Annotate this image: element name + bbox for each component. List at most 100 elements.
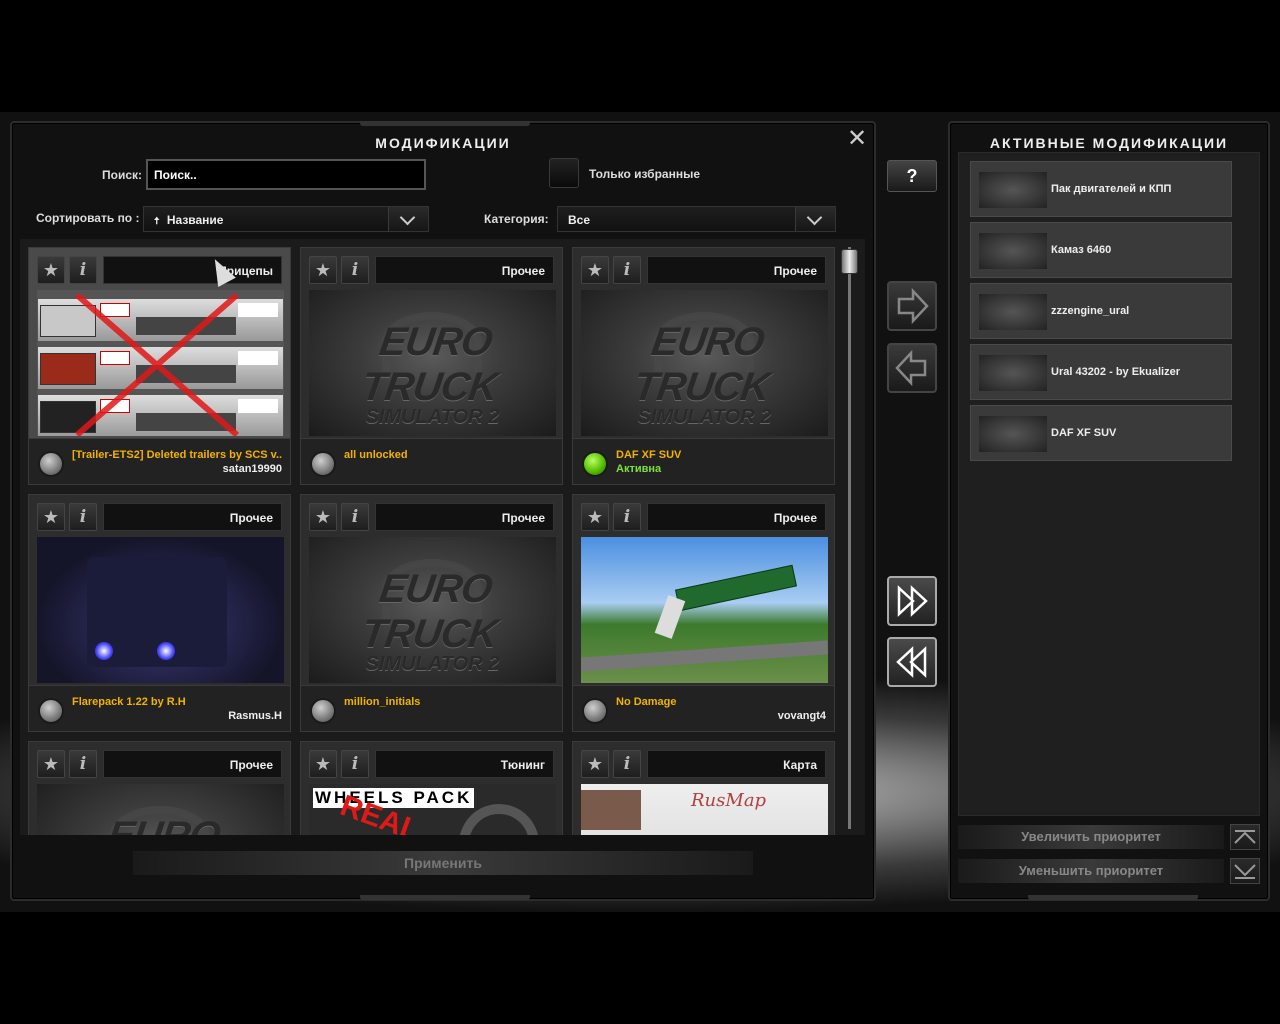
favorite-star-icon[interactable]: ★ <box>309 750 337 778</box>
mod-author: satan19990 <box>222 463 282 475</box>
mod-thumbnail <box>979 416 1047 452</box>
mod-card-footer: DAF XF SUV Активна <box>573 438 834 484</box>
ets2-logo: EURO TRUCK SIMULATOR 2 <box>630 320 772 428</box>
mod-active-status: Активна <box>616 463 662 475</box>
scrollbar-thumb[interactable] <box>841 249 858 274</box>
favorites-only-label: Только избранные <box>589 167 700 181</box>
decrease-priority-button[interactable]: Уменьшить приоритет <box>958 859 1224 883</box>
active-mod-item[interactable]: Ural 43202 - by Ekualizer <box>970 344 1232 400</box>
active-mod-item[interactable]: zzzengine_ural <box>970 283 1232 339</box>
mod-author: vovangt4 <box>777 710 826 722</box>
active-mod-name: DAF XF SUV <box>1051 427 1117 439</box>
ets2-logo: EURO TRUCK SIMULATOR 2 <box>37 814 284 835</box>
mod-thumbnail <box>37 290 284 436</box>
move-right-button[interactable] <box>887 281 937 331</box>
mod-thumbnail <box>581 537 828 683</box>
mod-thumbnail: EURO TRUCK SIMULATOR 2 <box>309 537 556 683</box>
mod-card[interactable]: ★ i Прочее EURO TRUCK SIMULATOR 2 <box>28 741 291 835</box>
info-icon[interactable]: i <box>341 503 369 531</box>
mod-category: Прицепы <box>103 256 282 284</box>
mod-thumbnail <box>979 355 1047 391</box>
mod-card-header: ★ i Карта <box>581 750 828 778</box>
mod-name: DAF XF SUV <box>616 449 682 461</box>
active-mod-item[interactable]: Камаз 6460 <box>970 222 1232 278</box>
active-mod-name: zzzengine_ural <box>1051 305 1130 317</box>
favorite-star-icon[interactable]: ★ <box>309 256 337 284</box>
priority-down-icon[interactable] <box>1230 858 1260 884</box>
mod-card[interactable]: ★ i Прочее EURO TRUCK SIMULATOR 2 all un… <box>300 247 563 485</box>
mod-card[interactable]: ★ i Тюнинг WHEELS PACK REAL <box>300 741 563 835</box>
info-icon[interactable]: i <box>69 503 97 531</box>
active-mod-item[interactable]: Пак двигателей и КПП <box>970 161 1232 217</box>
mod-name: million_initials <box>344 696 421 708</box>
red-cross-icon <box>75 292 239 436</box>
info-icon[interactable]: i <box>341 256 369 284</box>
help-button[interactable]: ? <box>887 160 937 192</box>
category-label: Категория: <box>484 212 549 226</box>
apply-button[interactable]: Применить <box>133 851 753 875</box>
mod-name: No Damage <box>616 696 677 708</box>
increase-priority-button[interactable]: Увеличить приоритет <box>958 825 1224 849</box>
mod-thumbnail: WHEELS PACK REAL <box>309 784 556 835</box>
chevron-down-icon[interactable] <box>388 207 428 231</box>
mod-card[interactable]: ★ i Прицепы [Trailer-ETS2] Deleted trail… <box>28 247 291 485</box>
mod-card[interactable]: ★ i Прочее EURO TRUCK SIMULATOR 2 DAF XF… <box>572 247 835 485</box>
mod-status-indicator[interactable] <box>582 698 608 724</box>
mod-name: [Trailer-ETS2] Deleted trailers by SCS v… <box>72 449 283 461</box>
arrow-left-icon <box>895 349 927 387</box>
info-icon[interactable]: i <box>69 256 97 284</box>
mod-status-indicator[interactable] <box>310 698 336 724</box>
info-icon[interactable]: i <box>613 256 641 284</box>
mod-card-footer: Flarepack 1.22 by R.H Rasmus.H <box>29 685 290 731</box>
ets2-logo: EURO TRUCK SIMULATOR 2 <box>358 320 500 428</box>
close-button[interactable]: ✕ <box>846 127 868 151</box>
favorite-star-icon[interactable]: ★ <box>581 750 609 778</box>
category-value: Все <box>568 213 591 227</box>
category-dropdown[interactable]: Все <box>557 206 836 232</box>
mod-card-footer: [Trailer-ETS2] Deleted trailers by SCS v… <box>29 438 290 484</box>
active-mod-name: Камаз 6460 <box>1051 244 1112 256</box>
mod-category: Прочее <box>375 503 554 531</box>
mod-category: Прочее <box>103 503 282 531</box>
scrollbar-track[interactable] <box>848 247 851 829</box>
favorite-star-icon[interactable]: ★ <box>581 256 609 284</box>
mod-card[interactable]: ★ i Карта RusMap <box>572 741 835 835</box>
mod-status-indicator[interactable] <box>38 451 64 477</box>
move-all-right-button[interactable] <box>887 576 937 626</box>
mod-card-header: ★ i Прицепы <box>37 256 284 284</box>
favorites-only-checkbox[interactable] <box>549 158 579 188</box>
info-icon[interactable]: i <box>613 503 641 531</box>
priority-up-icon[interactable] <box>1230 824 1260 850</box>
mod-status-indicator[interactable] <box>310 451 336 477</box>
info-icon[interactable]: i <box>69 750 97 778</box>
mod-card-footer: million_initials <box>301 685 562 731</box>
mod-status-indicator[interactable] <box>38 698 64 724</box>
move-all-left-button[interactable] <box>887 637 937 687</box>
favorite-star-icon[interactable]: ★ <box>37 750 65 778</box>
favorite-star-icon[interactable]: ★ <box>37 256 65 284</box>
favorite-star-icon[interactable]: ★ <box>37 503 65 531</box>
search-input[interactable]: Поиск.. <box>146 159 426 190</box>
mod-card[interactable]: ★ i Прочее EURO TRUCK SIMULATOR 2 millio… <box>300 494 563 732</box>
info-icon[interactable]: i <box>341 750 369 778</box>
search-label: Поиск: <box>102 168 143 182</box>
favorite-star-icon[interactable]: ★ <box>581 503 609 531</box>
mod-status-indicator[interactable] <box>582 451 608 477</box>
mod-name: all unlocked <box>344 449 408 461</box>
mod-card-header: ★ i Прочее <box>309 503 556 531</box>
panel-notch-bottom <box>360 895 530 900</box>
active-mod-name: Ural 43202 - by Ekualizer <box>1051 366 1181 378</box>
mod-card[interactable]: ★ i Прочее No Damage vovangt4 <box>572 494 835 732</box>
mod-card[interactable]: ★ i Прочее Flarepack 1.22 by R.H Rasmus.… <box>28 494 291 732</box>
sort-dropdown[interactable]: 🠅 Название <box>143 206 429 232</box>
mod-card-footer: No Damage vovangt4 <box>573 685 834 731</box>
sort-arrow-icon: 🠅 <box>154 216 160 227</box>
ets2-logo: EURO TRUCK SIMULATOR 2 <box>358 567 500 675</box>
info-icon[interactable]: i <box>613 750 641 778</box>
chevron-down-icon[interactable] <box>795 207 835 231</box>
move-left-button[interactable] <box>887 343 937 393</box>
active-mod-item[interactable]: DAF XF SUV <box>970 405 1232 461</box>
mod-card-header: ★ i Прочее <box>581 256 828 284</box>
favorite-star-icon[interactable]: ★ <box>309 503 337 531</box>
mod-card-header: ★ i Тюнинг <box>309 750 556 778</box>
